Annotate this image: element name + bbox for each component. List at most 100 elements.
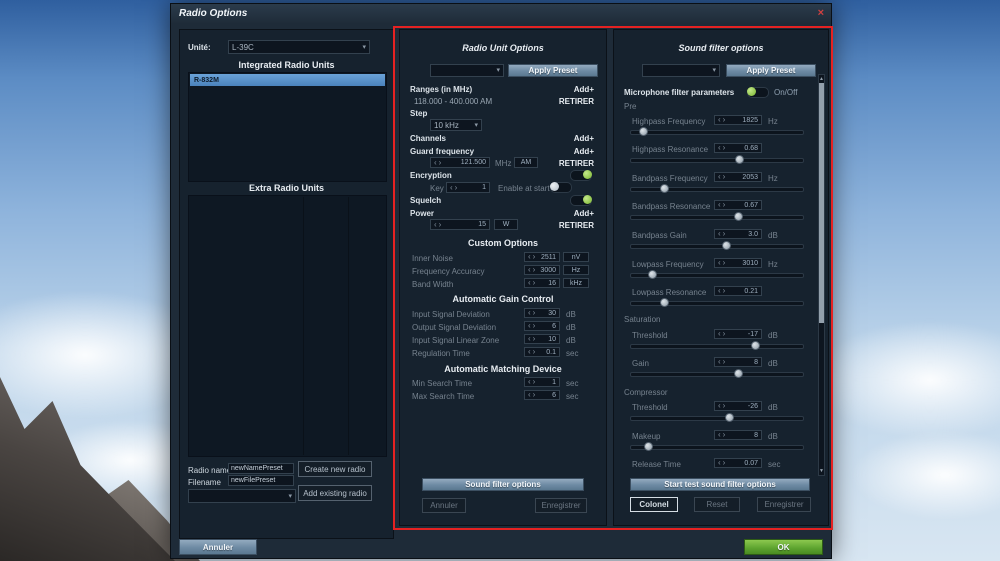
existing-radio-select[interactable]: ▾	[188, 489, 296, 503]
decrement-icon[interactable]: ‹	[718, 330, 721, 338]
power-unit-select[interactable]: W	[494, 219, 518, 230]
increment-icon[interactable]: ›	[439, 220, 442, 229]
decrement-icon[interactable]: ‹	[434, 220, 437, 229]
decrement-icon[interactable]: ‹	[528, 322, 531, 330]
slider-handle[interactable]	[733, 212, 743, 221]
slider-handle[interactable]	[750, 341, 760, 350]
save-button[interactable]: Enregistrer	[757, 497, 811, 512]
decrement-icon[interactable]: ‹	[718, 173, 721, 181]
value-spinner[interactable]: ‹ › 0.21	[714, 286, 762, 296]
increment-icon[interactable]: ›	[439, 158, 442, 167]
value-spinner[interactable]: ‹ › 1	[524, 377, 560, 387]
increment-icon[interactable]: ›	[723, 259, 726, 267]
increment-icon[interactable]: ›	[533, 391, 536, 399]
filter-slider[interactable]	[630, 184, 804, 193]
increment-icon[interactable]: ›	[723, 116, 726, 124]
value-spinner[interactable]: ‹ › 3010	[714, 258, 762, 268]
decrement-icon[interactable]: ‹	[718, 201, 721, 209]
save-button[interactable]: Enregistrer	[535, 498, 587, 513]
increment-icon[interactable]: ›	[533, 322, 536, 330]
decrement-icon[interactable]: ‹	[450, 183, 453, 192]
value-spinner[interactable]: ‹ › 3.0	[714, 229, 762, 239]
increment-icon[interactable]: ›	[533, 348, 536, 356]
increment-icon[interactable]: ›	[723, 230, 726, 238]
value-spinner[interactable]: ‹ › 10	[524, 334, 560, 344]
slider-handle[interactable]	[639, 127, 649, 136]
decrement-icon[interactable]: ‹	[718, 358, 721, 366]
value-spinner[interactable]: ‹ › 2511	[524, 252, 560, 262]
remove-range-button[interactable]: RETIRER	[559, 97, 594, 106]
squelch-toggle[interactable]	[570, 195, 592, 206]
increment-icon[interactable]: ›	[723, 402, 726, 410]
filter-slider[interactable]	[630, 369, 804, 378]
add-guard-button[interactable]: Add+	[574, 147, 594, 156]
slider-handle[interactable]	[647, 270, 657, 279]
increment-icon[interactable]: ›	[723, 330, 726, 338]
slider-handle[interactable]	[659, 184, 669, 193]
cancel-button[interactable]: Annuler	[422, 498, 466, 513]
remove-guard-button[interactable]: RETIRER	[559, 159, 594, 168]
decrement-icon[interactable]: ‹	[528, 309, 531, 317]
guard-frequency-spinner[interactable]: ‹ › 121.500	[430, 157, 490, 168]
key-spinner[interactable]: ‹ › 1	[446, 182, 490, 193]
increment-icon[interactable]: ›	[533, 266, 536, 274]
slider-handle[interactable]	[659, 298, 669, 307]
decrement-icon[interactable]: ‹	[718, 230, 721, 238]
scroll-up-icon[interactable]: ▲	[819, 76, 824, 82]
increment-icon[interactable]: ›	[723, 431, 726, 439]
filter-slider[interactable]	[630, 298, 804, 307]
increment-icon[interactable]: ›	[723, 201, 726, 209]
integrated-radio-list[interactable]: R-832M	[188, 72, 387, 182]
dialog-cancel-button[interactable]: Annuler	[179, 539, 257, 555]
decrement-icon[interactable]: ‹	[528, 253, 531, 261]
increment-icon[interactable]: ›	[533, 309, 536, 317]
add-channel-button[interactable]: Add+	[574, 134, 594, 143]
filter-slider[interactable]	[630, 270, 804, 279]
step-select[interactable]: 10 kHz ▾	[430, 119, 482, 131]
decrement-icon[interactable]: ‹	[528, 391, 531, 399]
increment-icon[interactable]: ›	[723, 287, 726, 295]
increment-icon[interactable]: ›	[533, 335, 536, 343]
scroll-down-icon[interactable]: ▼	[819, 468, 824, 474]
decrement-icon[interactable]: ‹	[718, 431, 721, 439]
decrement-icon[interactable]: ‹	[718, 287, 721, 295]
close-icon[interactable]: ×	[818, 8, 824, 19]
preset-select[interactable]: ▾	[430, 64, 504, 77]
radio-name-input[interactable]: newNamePreset	[228, 463, 294, 474]
filter-preset-select[interactable]: ▾	[642, 64, 720, 77]
value-spinner[interactable]: ‹ › 16	[524, 278, 560, 288]
mic-onoff-toggle[interactable]	[747, 87, 769, 98]
add-range-button[interactable]: Add+	[574, 85, 594, 94]
filter-slider[interactable]	[630, 413, 804, 422]
value-spinner[interactable]: ‹ › 1825	[714, 115, 762, 125]
enable-at-start-toggle[interactable]	[550, 182, 572, 193]
increment-icon[interactable]: ›	[533, 378, 536, 386]
add-existing-radio-button[interactable]: Add existing radio	[298, 485, 372, 501]
value-spinner[interactable]: ‹ › -26	[714, 401, 762, 411]
apply-preset-button[interactable]: Apply Preset	[508, 64, 598, 77]
increment-icon[interactable]: ›	[723, 358, 726, 366]
increment-icon[interactable]: ›	[723, 173, 726, 181]
decrement-icon[interactable]: ‹	[718, 144, 721, 152]
value-spinner[interactable]: ‹ › 2053	[714, 172, 762, 182]
slider-handle[interactable]	[644, 442, 654, 451]
add-power-button[interactable]: Add+	[574, 209, 594, 218]
value-spinner[interactable]: ‹ › 0.07	[714, 458, 762, 468]
unit-select[interactable]: Hz	[563, 265, 589, 275]
sound-filter-options-button[interactable]: Sound filter options	[422, 478, 584, 491]
value-spinner[interactable]: ‹ › 8	[714, 430, 762, 440]
slider-handle[interactable]	[725, 413, 735, 422]
create-new-radio-button[interactable]: Create new radio	[298, 461, 372, 477]
value-spinner[interactable]: ‹ › 0.67	[714, 200, 762, 210]
slider-handle[interactable]	[721, 241, 731, 250]
value-spinner[interactable]: ‹ › -17	[714, 329, 762, 339]
filter-slider[interactable]	[630, 155, 804, 164]
filter-slider[interactable]	[630, 212, 804, 221]
decrement-icon[interactable]: ‹	[528, 348, 531, 356]
decrement-icon[interactable]: ‹	[718, 259, 721, 267]
increment-icon[interactable]: ›	[455, 183, 458, 192]
value-spinner[interactable]: ‹ › 8	[714, 357, 762, 367]
decrement-icon[interactable]: ‹	[528, 378, 531, 386]
unit-select[interactable]: kHz	[563, 278, 589, 288]
decrement-icon[interactable]: ‹	[718, 459, 721, 467]
